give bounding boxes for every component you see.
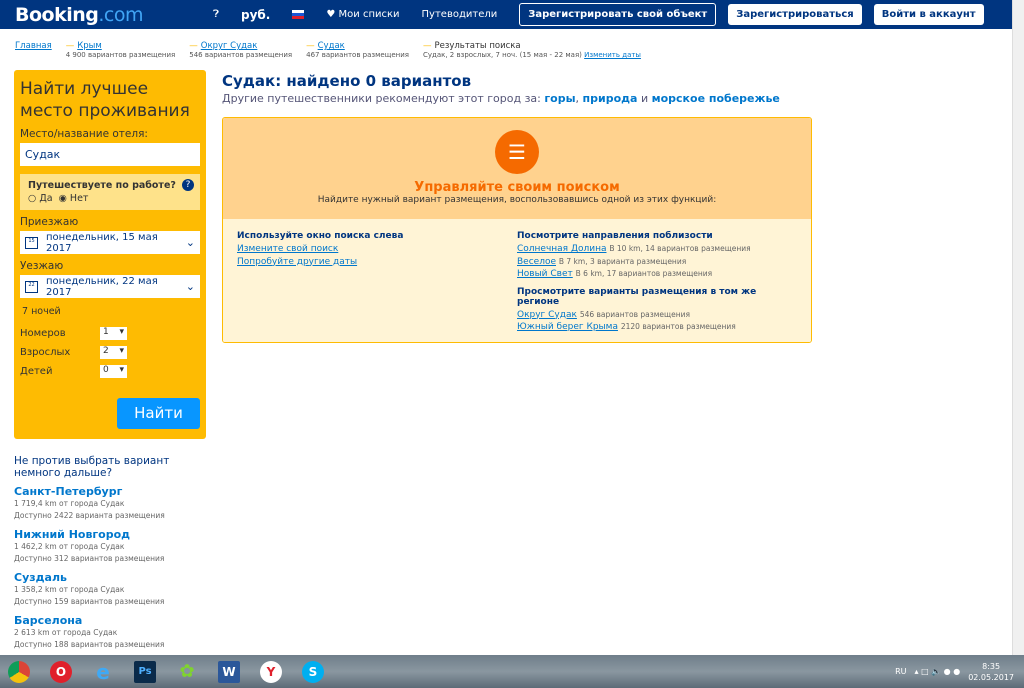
- region-title: Просмотрите варианты размещения в том же…: [517, 286, 757, 307]
- internet-explorer-icon[interactable]: e: [84, 657, 122, 687]
- breadcrumb: Главная — Крым 4 900 вариантов размещения …: [15, 41, 655, 59]
- icq-icon[interactable]: ✿: [168, 657, 206, 687]
- alt-item[interactable]: Нижний Новгород 1 462,2 km от города Суда…: [14, 528, 209, 565]
- destination-label: Место/название отеля:: [20, 128, 148, 140]
- page-title: Судак: найдено 0 вариантов: [222, 72, 472, 90]
- children-label: Детей: [20, 366, 53, 377]
- breadcrumb-crimea[interactable]: — Крым 4 900 вариантов размещения: [66, 41, 176, 59]
- checkout-label: Уезжаю: [20, 260, 64, 272]
- chevron-down-icon: ⌄: [185, 280, 195, 293]
- booking-logo[interactable]: Booking.com: [15, 4, 143, 26]
- breadcrumb-home[interactable]: Главная: [15, 41, 52, 59]
- checkin-date-select[interactable]: 15 понедельник, 15 мая 2017 ⌄: [20, 231, 200, 254]
- manage-subtitle: Найдите нужный вариант размещения, воспо…: [317, 195, 717, 205]
- adults-label: Взрослых: [20, 347, 71, 358]
- breadcrumb-sudak-district[interactable]: — Округ Судак 546 вариантов размещения: [189, 41, 292, 59]
- adults-select[interactable]: 2 ▾: [100, 346, 127, 359]
- scrollbar[interactable]: [1012, 0, 1024, 655]
- change-dates-link[interactable]: Изменить даты: [584, 51, 641, 59]
- system-tray: RU ▴ □ 🔈 ● ● 8:35 02.05.2017: [895, 655, 1014, 688]
- region-link[interactable]: Округ Судак: [517, 310, 577, 320]
- radio-no[interactable]: ◉ Нет: [59, 193, 89, 204]
- nearby-link[interactable]: Новый Свет: [517, 269, 573, 279]
- clock[interactable]: 8:35 02.05.2017: [968, 661, 1014, 683]
- language-flag-icon[interactable]: [292, 10, 305, 19]
- language-indicator[interactable]: RU: [895, 667, 906, 676]
- children-select[interactable]: 0 ▾: [100, 365, 127, 378]
- tray-icons[interactable]: ▴ □ 🔈 ● ●: [915, 667, 961, 676]
- alt-item[interactable]: Барселона 2 613 km от города Судак Доступн…: [14, 614, 209, 651]
- nights-count: 7 ночей: [22, 306, 61, 317]
- left-title: Используйте окно поиска слева: [237, 231, 404, 241]
- chrome-icon[interactable]: [0, 657, 38, 687]
- alternative-destinations: Не против выбрать вариант немного дальше…: [14, 455, 209, 651]
- nearby-link[interactable]: Солнечная Долина: [517, 244, 607, 254]
- guides-link[interactable]: Путеводители: [422, 9, 498, 20]
- region-link[interactable]: Южный берег Крыма: [517, 322, 618, 332]
- top-nav: Booking.com ❓︎ руб. ♥ Мои списки Путевод…: [0, 0, 1012, 29]
- other-dates-link[interactable]: Попробуйте другие даты: [237, 257, 357, 267]
- help-icon[interactable]: ❓︎: [213, 9, 219, 20]
- radio-yes[interactable]: ○ Да: [28, 193, 53, 204]
- rooms-select[interactable]: 1 ▾: [100, 327, 127, 340]
- calendar-icon: 15: [25, 236, 38, 249]
- results-header: Судак: найдено 0 вариантов Другие путеше…: [222, 72, 780, 105]
- search-panel: Найти лучшее место проживания Место/назв…: [14, 70, 206, 439]
- recommendation-text: Другие путешественники рекомендуют этот …: [222, 92, 780, 105]
- windows-taskbar: O e Ps ✿ W Y S RU ▴ □ 🔈 ● ● 8:35 02.05.20…: [0, 655, 1024, 688]
- checkin-label: Приезжаю: [20, 216, 79, 228]
- sliders-icon: ☰: [495, 130, 539, 174]
- checkout-date-select[interactable]: 22 понедельник, 22 мая 2017 ⌄: [20, 275, 200, 298]
- manage-title: Управляйте своим поиском: [414, 180, 620, 195]
- search-button[interactable]: Найти: [117, 398, 200, 429]
- alt-item[interactable]: Суздаль 1 358,2 km от города Судак Доступн…: [14, 571, 209, 608]
- manage-search-box: ☰ Управляйте своим поиском Найдите нужны…: [222, 117, 812, 343]
- nearby-link[interactable]: Веселое: [517, 257, 556, 267]
- help-icon[interactable]: ?: [182, 179, 194, 191]
- register-button[interactable]: Зарегистрироваться: [728, 4, 862, 25]
- business-trip-box: Путешествуете по работе? ? ○ Да ◉ Нет: [20, 174, 200, 210]
- heart-icon: ♥: [326, 9, 339, 20]
- chevron-down-icon: ⌄: [185, 236, 195, 249]
- nearby-title: Посмотрите направления поблизости: [517, 231, 713, 241]
- change-search-link[interactable]: Измените свой поиск: [237, 244, 338, 254]
- register-property-button[interactable]: Зарегистрировать свой объект: [519, 3, 717, 26]
- my-lists-link[interactable]: ♥ Мои списки: [326, 9, 399, 20]
- currency-selector[interactable]: руб.: [241, 8, 270, 22]
- photoshop-icon[interactable]: Ps: [126, 657, 164, 687]
- alternatives-title: Не против выбрать вариант немного дальше…: [14, 455, 170, 479]
- word-icon[interactable]: W: [210, 657, 248, 687]
- rooms-label: Номеров: [20, 328, 66, 339]
- breadcrumb-results: — Результаты поиска Судак, 2 взрослых, 7 н…: [422, 41, 641, 59]
- business-question: Путешествуете по работе?: [28, 180, 176, 191]
- skype-icon[interactable]: S: [294, 657, 332, 687]
- yandex-browser-icon[interactable]: Y: [252, 657, 290, 687]
- destination-input[interactable]: Судак: [20, 143, 200, 166]
- sign-in-button[interactable]: Войти в аккаунт: [873, 4, 984, 25]
- opera-icon[interactable]: O: [42, 657, 80, 687]
- breadcrumb-sudak[interactable]: — Судак 467 вариантов размещения: [306, 41, 409, 59]
- search-title: Найти лучшее место проживания: [20, 79, 190, 121]
- calendar-icon: 22: [25, 280, 38, 293]
- alt-item[interactable]: Санкт-Петербург 1 719,4 km от города Суда…: [14, 485, 209, 522]
